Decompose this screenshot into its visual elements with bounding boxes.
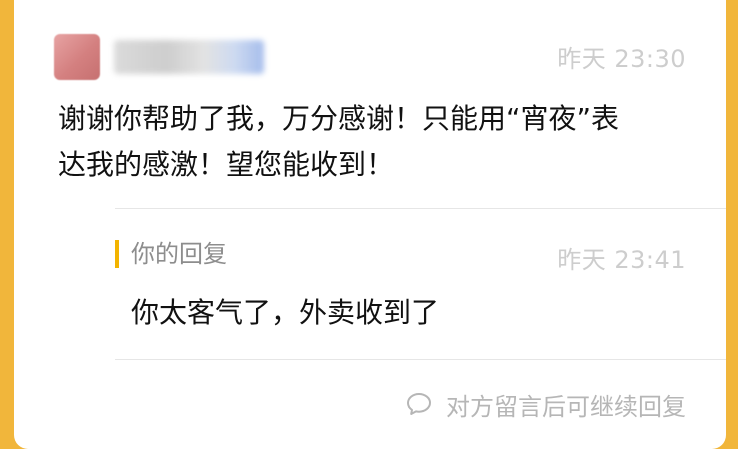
reply-hint: 对方留言后可继续回复 xyxy=(406,386,686,422)
message-text-line: 达我的感激！望您能收到！ xyxy=(58,148,395,181)
reply-title: 你的回复 xyxy=(115,240,227,268)
divider xyxy=(115,359,726,360)
reply-block: 你的回复 昨天 23:41 你太客气了，外卖收到了 xyxy=(115,228,686,348)
reply-time: 昨天 23:41 xyxy=(557,246,686,274)
speech-bubble-icon xyxy=(406,392,432,416)
reply-text: 你太客气了，外卖收到了 xyxy=(131,296,440,329)
message-time: 昨天 23:30 xyxy=(557,45,686,73)
sender-name-blurred xyxy=(114,40,264,74)
message-text-line: 谢谢你帮助了我，万分感谢！只能用“宵夜”表 xyxy=(58,102,620,135)
reply-hint-text: 对方留言后可继续回复 xyxy=(446,392,686,421)
message-header: 昨天 23:30 xyxy=(54,34,686,80)
message-text: 谢谢你帮助了我，万分感谢！只能用“宵夜”表 达我的感激！望您能收到！ xyxy=(58,96,698,188)
avatar[interactable] xyxy=(54,34,100,80)
divider xyxy=(115,208,726,209)
message-card: 昨天 23:30 谢谢你帮助了我，万分感谢！只能用“宵夜”表 达我的感激！望您能… xyxy=(14,0,726,449)
